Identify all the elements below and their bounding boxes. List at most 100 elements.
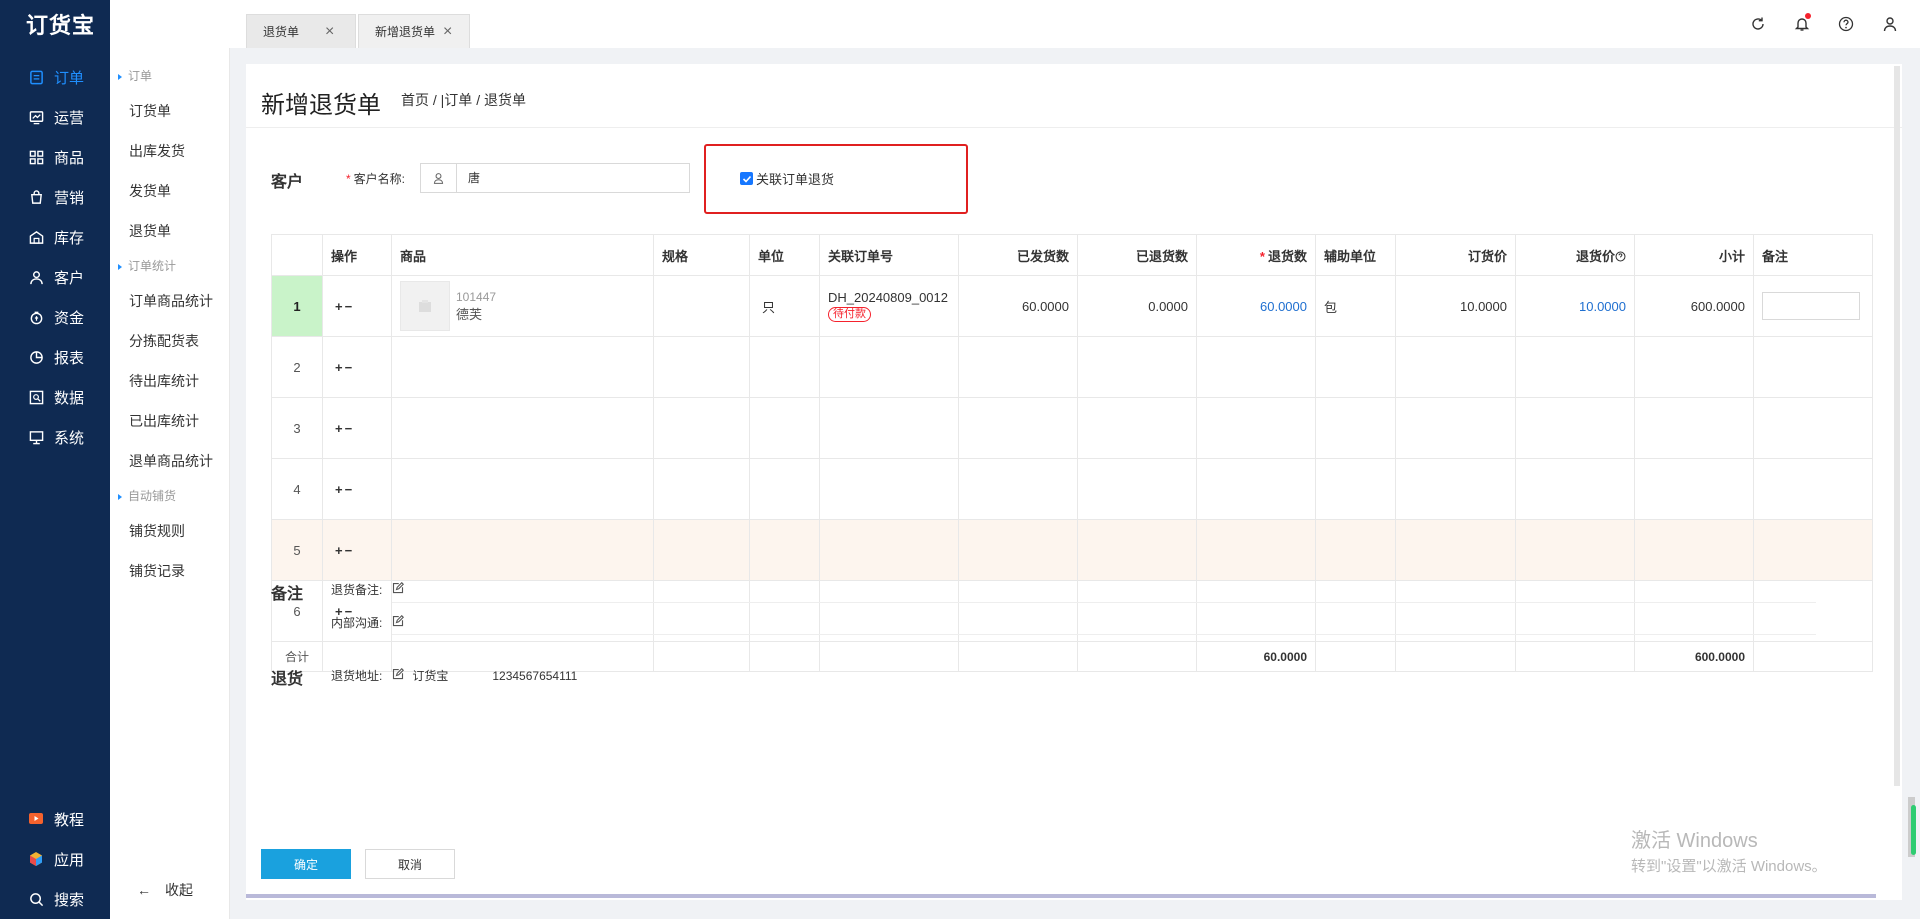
main-panel: 新增退货单 首页 / |订单 / 退货单 客户 * 客户名称: 唐 关联订单退货 … [246, 64, 1902, 900]
subnav-item-outbound-stats[interactable]: 已出库统计 [110, 401, 229, 441]
row-add-remove-buttons[interactable]: +− [322, 458, 392, 520]
edit-icon[interactable] [392, 667, 405, 683]
tab-new-return-order[interactable]: 新增退货单 × [358, 14, 470, 48]
aux-unit-cell: 包 [1315, 275, 1396, 337]
inventory-icon [28, 229, 44, 245]
nav-item-inventory[interactable]: 库存 [0, 217, 110, 257]
table-row: 5 +− [271, 519, 1873, 581]
subnav-item-delivery[interactable]: 发货单 [110, 171, 229, 211]
product-cell[interactable]: 101447 德芙 [391, 275, 654, 337]
header-unit: 单位 [749, 234, 820, 276]
funds-icon [28, 309, 44, 325]
nav-item-operation[interactable]: 运营 [0, 97, 110, 137]
nav-item-product[interactable]: 商品 [0, 137, 110, 177]
divider [246, 127, 1902, 128]
edit-icon[interactable] [392, 614, 405, 630]
return-address-row[interactable]: 退货地址: 订货宝 1234567654111 [331, 667, 577, 684]
confirm-button[interactable]: 确定 [261, 849, 351, 879]
header-aux-unit: 辅助单位 [1315, 234, 1396, 276]
product-cell[interactable] [391, 336, 654, 398]
product-cell[interactable] [391, 519, 654, 581]
customer-name-field[interactable]: 唐 [420, 163, 690, 193]
unit-cell: 只 [749, 275, 820, 337]
tab-label: 退货单 [263, 25, 300, 39]
customer-name-value: 唐 [468, 171, 481, 185]
row-add-remove-buttons[interactable]: +− [322, 519, 392, 581]
product-icon [28, 149, 44, 165]
nav-label: 运营 [54, 109, 85, 127]
return-qty-input[interactable]: 60.0000 [1196, 275, 1316, 337]
table-row: 2 +− [271, 336, 1873, 398]
nav-label: 系统 [54, 429, 85, 447]
spec-cell [653, 275, 750, 337]
subnav-item-return[interactable]: 退货单 [110, 211, 229, 251]
nav-label: 报表 [54, 349, 85, 367]
subnav-item-picking[interactable]: 分拣配货表 [110, 321, 229, 361]
nav-item-funds[interactable]: 资金 [0, 297, 110, 337]
nav-item-system[interactable]: 系统 [0, 417, 110, 457]
nav-item-tutorial[interactable]: 教程 [0, 799, 110, 839]
nav-item-apps[interactable]: 应用 [0, 839, 110, 879]
refresh-icon[interactable] [1748, 14, 1768, 34]
help-icon[interactable] [1836, 14, 1856, 34]
cancel-button[interactable]: 取消 [365, 849, 455, 879]
nav-item-customer[interactable]: 客户 [0, 257, 110, 297]
horizontal-scrollbar[interactable] [246, 894, 1876, 898]
report-icon [28, 349, 44, 365]
table-row: 1 +− 101447 德芙 只 DH_20240809_0012 待付款 60… [271, 275, 1873, 337]
close-icon[interactable]: × [443, 23, 452, 41]
row-add-remove-buttons[interactable]: +− [322, 275, 392, 337]
subnav-item-purchase-order[interactable]: 订货单 [110, 91, 229, 131]
tab-return-order[interactable]: 退货单 × [246, 14, 356, 48]
subnav-item-records[interactable]: 铺货记录 [110, 551, 229, 591]
nav-item-marketing[interactable]: 营销 [0, 177, 110, 217]
help-icon[interactable] [1615, 249, 1626, 264]
subnav-item-rules[interactable]: 铺货规则 [110, 511, 229, 551]
remark-input[interactable] [1762, 292, 1860, 320]
edit-icon[interactable] [392, 581, 405, 597]
nav-label: 库存 [54, 229, 85, 247]
subnav-item-return-product-stats[interactable]: 退单商品统计 [110, 441, 229, 481]
nav-label: 应用 [54, 851, 85, 869]
return-address-name: 订货宝 [412, 669, 449, 683]
subnav-group-auto: 自动铺货 [110, 481, 229, 511]
row-add-remove-buttons[interactable]: +− [322, 336, 392, 398]
subnav-item-pending-outbound[interactable]: 待出库统计 [110, 361, 229, 401]
header-spec: 规格 [653, 234, 750, 276]
customer-name-label: * 客户名称: [346, 172, 406, 186]
operation-icon [28, 109, 44, 125]
return-remark-row[interactable]: 退货备注: [331, 581, 405, 598]
returned-cell: 0.0000 [1077, 275, 1197, 337]
return-address-phone: 1234567654111 [492, 668, 578, 683]
link-order-label: 关联订单退货 [756, 172, 835, 187]
header-product: 商品 [391, 234, 654, 276]
nav-item-report[interactable]: 报表 [0, 337, 110, 377]
return-remark-label: 退货备注: [331, 583, 383, 597]
return-price-input[interactable]: 10.0000 [1515, 275, 1635, 337]
system-icon [28, 429, 44, 445]
subnav-item-outbound[interactable]: 出库发货 [110, 131, 229, 171]
vertical-scrollbar[interactable] [1894, 66, 1900, 786]
row-add-remove-buttons[interactable]: +− [322, 397, 392, 459]
product-cell[interactable] [391, 580, 654, 642]
sub-nav: 订单 订货单 出库发货 发货单 退货单 订单统计 订单商品统计 分拣配货表 待出… [110, 48, 230, 919]
subnav-item-order-product-stats[interactable]: 订单商品统计 [110, 281, 229, 321]
table-header-row: 操作 商品 规格 单位 关联订单号 已发货数 已退货数 * 退货数 辅助单位 订货… [271, 234, 1873, 276]
nav-item-search[interactable]: 搜索 [0, 879, 110, 919]
nav-item-order[interactable]: 订单 [0, 57, 110, 97]
close-icon[interactable]: × [325, 23, 334, 41]
subnav-group-order: 订单 [110, 61, 229, 91]
divider [392, 602, 1816, 603]
section-customer: 客户 [271, 174, 304, 191]
nav-item-data[interactable]: 数据 [0, 377, 110, 417]
product-cell[interactable] [391, 397, 654, 459]
product-cell[interactable] [391, 458, 654, 520]
user-icon[interactable] [1880, 14, 1900, 34]
main-nav: 订货宝 订单 运营 商品 营销 库存 客户 资金 报表 数据 系统 教程 应用 … [0, 0, 110, 919]
link-order-checkbox[interactable]: 关联订单退货 [740, 169, 834, 188]
tutorial-icon [28, 811, 44, 827]
internal-remark-row[interactable]: 内部沟通: [331, 614, 405, 631]
bell-icon[interactable] [1792, 13, 1812, 34]
collapse-button[interactable]: ← 收起 [137, 880, 193, 900]
collapse-label: 收起 [165, 882, 193, 898]
